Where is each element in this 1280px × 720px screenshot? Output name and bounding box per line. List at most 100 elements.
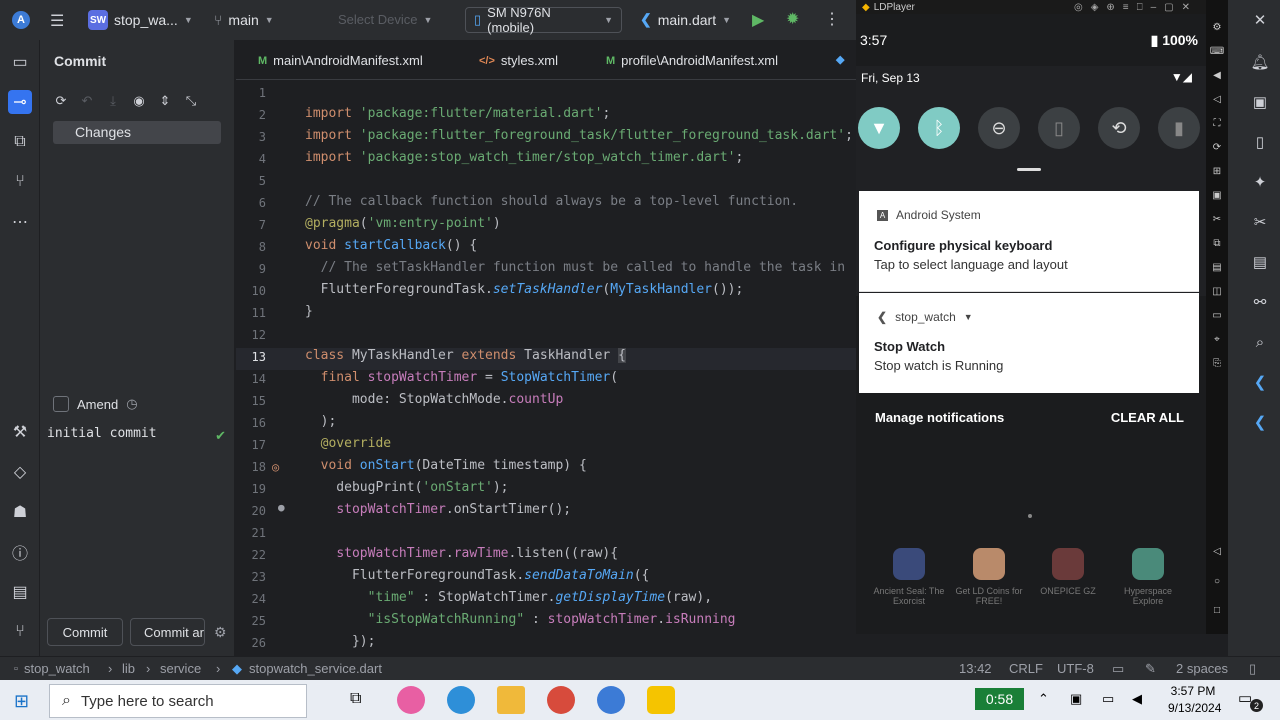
notifications-bell-icon[interactable]: 🔔︎ (1250, 52, 1270, 72)
wifi-toggle[interactable]: ▼ (858, 107, 900, 149)
code-editor[interactable]: 1 2 3 4 5 6 7 8 9 10 11 12 13 14 15 16 17 18 19 20 21 22 23 24 2… (236, 80, 856, 656)
file-explorer-icon[interactable] (497, 686, 525, 714)
code-style-icon[interactable]: ✎ (1145, 661, 1156, 677)
gemini-icon[interactable]: ✦ (1250, 172, 1270, 192)
device-explorer-icon[interactable]: ✂ (1250, 212, 1270, 232)
dnd-toggle[interactable]: ⊖ (978, 107, 1020, 149)
settings-gear-icon[interactable]: ⚙ (214, 624, 227, 641)
flashlight-toggle[interactable]: ▯ (1038, 107, 1080, 149)
sync-icon[interactable]: ⎘ (1210, 356, 1224, 370)
history-icon[interactable]: ◷ (126, 396, 137, 412)
commit-button[interactable]: Commit (47, 618, 123, 646)
window-controls-icon[interactable]: ◎◈⊕≡⎕–▢✕ (1074, 2, 1198, 13)
vcs-icon[interactable]: ▯ (1249, 661, 1256, 677)
rollback-icon[interactable]: ↶ (78, 92, 96, 110)
manage-notifications-button[interactable]: Manage notifications (875, 410, 1004, 425)
fullscreen-icon[interactable]: ⛶ (1210, 116, 1224, 130)
readonly-icon[interactable]: ▭ (1112, 661, 1124, 677)
screenshot-icon[interactable]: ▣ (1210, 188, 1224, 202)
override-marker-icon[interactable]: ◎ (272, 460, 279, 474)
edge-icon[interactable] (447, 686, 475, 714)
emulator-icon[interactable]: ▤ (1250, 252, 1270, 272)
device-manager-icon[interactable]: ▣ (1250, 92, 1270, 112)
device-selector-placeholder[interactable]: Select Device ▼ (338, 12, 432, 27)
project-folder-icon[interactable]: ▭ (8, 50, 32, 74)
terminal-icon[interactable]: ▤ (8, 580, 32, 604)
run-icon[interactable]: ▶ (752, 10, 764, 30)
project-selector[interactable]: SW stop_wa... ▼ (88, 10, 193, 30)
commit-message-input[interactable]: initial commit (47, 426, 228, 441)
home-icon[interactable]: ○ (1210, 574, 1224, 588)
line-ending[interactable]: CRLF (1009, 661, 1043, 676)
volume-icon[interactable]: ◀ (1132, 691, 1142, 707)
multi-instance-icon[interactable]: ⧉ (1210, 236, 1224, 250)
breadcrumb-file[interactable]: stopwatch_service.dart (249, 661, 382, 676)
branch-selector[interactable]: ⑂ main ▼ (214, 12, 274, 28)
recording-timer[interactable]: 0:58 (975, 688, 1024, 710)
battery-tray-icon[interactable]: ▭ (1102, 691, 1114, 707)
notification-card[interactable]: A Android System Configure physical keyb… (859, 191, 1199, 292)
chrome-icon[interactable] (547, 686, 575, 714)
ldplayer-taskbar-icon[interactable] (647, 686, 675, 714)
git-icon[interactable]: ⑂ (8, 620, 32, 644)
run-config-selector[interactable]: ❮ main.dart ▼ (640, 11, 731, 28)
record-icon[interactable]: ▤ (1210, 260, 1224, 274)
battery-saver-toggle[interactable]: ▮ (1158, 107, 1200, 149)
recents-icon[interactable]: □ (1210, 603, 1224, 617)
build-icon[interactable]: ⚒ (8, 420, 32, 444)
android-studio-logo-icon[interactable]: A (12, 11, 30, 29)
install-apk-icon[interactable]: ⊞ (1210, 164, 1224, 178)
collapse-all-icon[interactable]: ⤡ (182, 92, 200, 110)
flutter-inspector-icon[interactable]: ❮ (1250, 372, 1270, 392)
show-diff-icon[interactable]: ◉ (130, 92, 148, 110)
shake-icon[interactable]: ◫ (1210, 284, 1224, 298)
app-inspection-icon[interactable]: ⌕ (1250, 332, 1270, 352)
commit-and-push-button[interactable]: Commit ar (130, 618, 205, 646)
tray-app-icon[interactable]: ▣ (1070, 691, 1082, 707)
flutter-performance-icon[interactable]: ❮ (1250, 412, 1270, 432)
chevron-down-icon[interactable]: ▼ (964, 312, 973, 322)
system-clock[interactable]: 3:57 PM 9/13/2024 (1168, 683, 1221, 717)
copilot-icon[interactable] (397, 686, 425, 714)
structure-icon[interactable]: ⧉ (8, 130, 32, 154)
game-shortcut[interactable]: Hyperspace Explore (1108, 548, 1188, 606)
gem-icon[interactable]: ◇ (8, 460, 32, 484)
game-shortcut[interactable]: Ancient Seal: The Exorcist (869, 548, 949, 606)
scissors-icon[interactable]: ✂ (1210, 212, 1224, 226)
device-selector[interactable]: ▯ SM N976N (mobile) ▼ (465, 5, 622, 35)
clear-all-button[interactable]: CLEAR ALL (1111, 410, 1184, 425)
folder-icon[interactable]: ▭ (1210, 308, 1224, 322)
cursor-position[interactable]: 13:42 (959, 661, 992, 676)
main-menu-icon[interactable]: ☰ (50, 11, 64, 31)
android-studio-taskbar-icon[interactable] (597, 686, 625, 714)
settings-icon[interactable]: ⚙ (1210, 20, 1224, 34)
breadcrumb-lib[interactable]: lib (122, 661, 135, 676)
taskbar-search[interactable]: ⌕ Type here to search (49, 684, 307, 718)
tab-styles[interactable]: </> styles.xml (479, 53, 558, 68)
windows-start-icon[interactable]: ⊞ (14, 691, 29, 712)
update-icon[interactable]: ⤓ (104, 92, 122, 110)
more-tools-icon[interactable]: ⋯ (8, 210, 32, 234)
rotate-icon[interactable]: ⟳ (1210, 140, 1224, 154)
location-icon[interactable]: ⌖ (1210, 332, 1224, 346)
drag-handle[interactable] (1017, 168, 1041, 171)
close-icon[interactable]: ✕ (1250, 10, 1270, 30)
expand-all-icon[interactable]: ⇕ (156, 92, 174, 110)
task-view-icon[interactable]: ⧉ (350, 690, 361, 708)
show-hidden-icons-icon[interactable]: ⌃ (1038, 691, 1049, 707)
problems-icon[interactable]: ⓘ (8, 540, 32, 564)
refresh-icon[interactable]: ⟳ (52, 92, 70, 110)
more-actions-icon[interactable]: ⋮ (824, 9, 840, 29)
game-shortcut[interactable]: Get LD Coins for FREE! (949, 548, 1029, 606)
game-shortcut[interactable]: ONEPICE GZ (1028, 548, 1108, 596)
breadcrumb-service[interactable]: service (160, 661, 201, 676)
running-devices-icon[interactable]: ▯ (1250, 132, 1270, 152)
tab-dart-file[interactable]: ◆ (836, 53, 844, 66)
volume-down-icon[interactable]: ◁ (1210, 92, 1224, 106)
indent-setting[interactable]: 2 spaces (1176, 661, 1228, 676)
breadcrumb-project[interactable]: stop_watch (24, 661, 90, 676)
logcat-icon[interactable]: ☗ (8, 500, 32, 524)
tab-profile-manifest[interactable]: M profile\AndroidManifest.xml (606, 53, 778, 68)
file-encoding[interactable]: UTF-8 (1057, 661, 1094, 676)
volume-up-icon[interactable]: ◀ (1210, 68, 1224, 82)
